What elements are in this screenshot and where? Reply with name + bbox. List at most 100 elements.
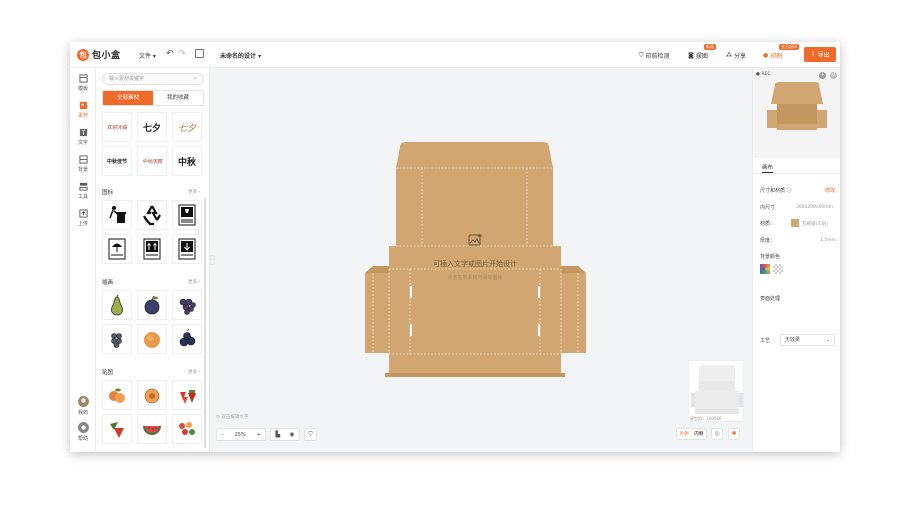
peach-sticker-icon[interactable] <box>102 380 132 410</box>
collapse-panel-handle[interactable]: ‹ <box>210 255 215 265</box>
file-menu[interactable]: 文件 ▾ <box>139 51 156 60</box>
more-stickers-link[interactable]: 更多 › <box>188 369 200 375</box>
outer-view-option[interactable]: 外侧 <box>680 431 689 437</box>
bottom-hint: ◷ 双击编辑文字 <box>216 414 248 420</box>
rail-label: 背景 <box>77 167 88 173</box>
more-icons-link[interactable]: 更多 › <box>188 189 200 195</box>
chevron-left-icon: ‹ <box>211 257 213 263</box>
text-art-thumb[interactable]: 中秋团圆 <box>137 146 167 176</box>
model-thumbnail[interactable] <box>688 360 744 422</box>
apricot-icon[interactable] <box>137 324 167 354</box>
rail-item-mine[interactable]: 我的 <box>70 396 96 416</box>
recycle-icon[interactable] <box>137 200 167 230</box>
print-button[interactable]: ● 印刷 <box>763 51 782 60</box>
brand-logo[interactable]: 包 包小盒 <box>77 48 121 61</box>
material-label: 材质： <box>760 221 776 227</box>
chevron-down-icon: ⌄ <box>825 337 830 343</box>
rail-item-text[interactable]: T 文字 <box>70 128 96 146</box>
text-art-thumb[interactable]: 欢迎光临 <box>102 112 132 142</box>
asset-panel: 输入素材关键字 ↵ 全部素材 我的收藏 欢迎光临 七夕 七夕 中秋佳节 中秋团圆 … <box>96 68 210 452</box>
more-illustrations-link[interactable]: 更多 › <box>188 279 200 285</box>
asset-panel-scrollbar[interactable] <box>204 198 206 448</box>
zoom-in-icon[interactable]: + <box>257 432 261 438</box>
fruit-mix-sticker-icon[interactable] <box>172 414 202 444</box>
strawberries-sticker-icon[interactable] <box>172 380 202 410</box>
plum-icon[interactable] <box>137 290 167 320</box>
thumb-text: 中秋 <box>177 157 196 168</box>
save-icon[interactable] <box>195 49 204 58</box>
rail-item-upload[interactable]: 上传 <box>70 209 96 227</box>
rail-label: 我的 <box>77 410 88 416</box>
bg-color-label: 背景颜色 <box>760 254 781 260</box>
rail-item-tools[interactable]: 工具 <box>70 182 96 200</box>
ruler-icon[interactable]: ▙ <box>276 431 281 438</box>
process-select[interactable]: 无效果 ⌄ <box>780 334 835 346</box>
shield-icon: ⛉ <box>639 51 644 59</box>
apricot-sticker-icon[interactable] <box>137 380 167 410</box>
rail-label: 模板 <box>77 86 88 92</box>
rail-label: 工具 <box>77 194 88 200</box>
upload-icon <box>78 209 88 218</box>
export-button[interactable]: ⇩ 导出 <box>804 47 836 62</box>
arrow-down-sign-icon[interactable] <box>172 234 202 264</box>
question-icon[interactable]: ⓘ <box>787 188 792 194</box>
trash-sign-icon[interactable] <box>102 200 132 230</box>
rail-item-background[interactable]: 背景 <box>70 155 96 173</box>
print-label: 印刷 <box>770 53 783 60</box>
text-art-thumb[interactable]: 七夕 <box>137 112 167 142</box>
strawberry-leaf-sticker-icon[interactable] <box>102 414 132 444</box>
eye-icon[interactable]: ◉ <box>289 431 294 438</box>
download-icon: ⇩ <box>810 51 816 58</box>
asset-tabs: 全部素材 我的收藏 <box>102 90 204 106</box>
3d-preview[interactable]: ● REC + ↺ <box>753 68 840 158</box>
search-input[interactable]: 输入素材关键字 ↵ <box>102 73 204 85</box>
pear-icon[interactable] <box>102 290 132 320</box>
zoom-value: 25% <box>234 431 246 438</box>
text-art-thumb[interactable]: 中秋 <box>172 146 202 176</box>
outer-inner-toggle[interactable]: 外侧 内侧 <box>676 428 707 440</box>
properties-panel: ● REC + ↺ 画布 尺寸和材质 ⓘ 修改 内尺寸 300x200x60mm… <box>752 68 840 452</box>
rail-item-help[interactable]: 帮助 <box>70 422 96 442</box>
thumb-text: 七夕 <box>142 123 161 134</box>
this-way-up-sign-icon[interactable] <box>137 234 167 264</box>
print-check-button[interactable]: ⛉ 印前检测 <box>639 51 670 61</box>
doc-title[interactable]: 未命名的设计 ▾ <box>220 51 261 60</box>
shield-check-button[interactable]: ⛉ <box>304 428 317 441</box>
tools-icon <box>78 182 88 191</box>
blueberries-icon[interactable] <box>172 324 202 354</box>
inner-view-option[interactable]: 内侧 <box>694 431 703 437</box>
zoom-out-icon[interactable]: – <box>221 432 224 438</box>
blackberry-icon[interactable] <box>102 324 132 354</box>
undo-icon[interactable]: ↶ <box>166 49 174 59</box>
redo-icon[interactable]: ↷ <box>178 49 186 59</box>
tab-my-favorites[interactable]: 我的收藏 <box>153 91 203 105</box>
text-art-thumb[interactable]: 中秋佳节 <box>102 146 132 176</box>
watermelon-sticker-icon[interactable] <box>137 414 167 444</box>
3d-view-icon[interactable]: ◎ <box>711 428 723 440</box>
file-menu-label: 文件 <box>139 53 152 60</box>
canvas-tab[interactable]: 画布 <box>753 160 840 174</box>
text-art-thumb[interactable]: 七夕 <box>172 112 202 142</box>
color-picker-icon[interactable] <box>760 264 770 274</box>
share-button[interactable]: ⁂ 分享 <box>726 51 746 60</box>
design-canvas[interactable]: 可插入文字或图片开始设计 点击左侧素材可添加图片 <box>210 68 752 452</box>
mockup-button[interactable]: ◙ 摆图 <box>688 51 708 60</box>
keep-dry-sign-icon[interactable] <box>102 234 132 264</box>
share-icon: ⁂ <box>726 52 732 59</box>
size-label-text: 尺寸和材质 <box>760 188 786 194</box>
thickness-label: 厚度： <box>760 238 776 244</box>
grapes-icon[interactable] <box>172 290 202 320</box>
modify-link[interactable]: 修改 <box>825 187 835 194</box>
settings-icon[interactable]: ✱ <box>728 428 740 440</box>
inner-size-value: 300x200x60mm <box>796 205 833 210</box>
rail-item-assets[interactable]: 素材 <box>70 101 96 119</box>
rail-item-template[interactable]: 模板 <box>70 74 96 92</box>
transparent-swatch[interactable] <box>773 264 783 274</box>
more-label: 更多 <box>188 370 197 375</box>
thickness-value: 1.5mm <box>820 238 836 243</box>
thumb-text: 中秋佳节 <box>106 158 127 165</box>
top-bar: 包 包小盒 文件 ▾ ↶ ↷ 未命名的设计 ▾ ⛉ 印前检测 ◙ 摆图 新品 ⁂ 分享… <box>70 42 840 68</box>
fragile-sign-icon[interactable] <box>172 200 202 230</box>
zoom-control[interactable]: – 25% + <box>216 428 266 441</box>
tab-all-assets[interactable]: 全部素材 <box>103 91 153 105</box>
